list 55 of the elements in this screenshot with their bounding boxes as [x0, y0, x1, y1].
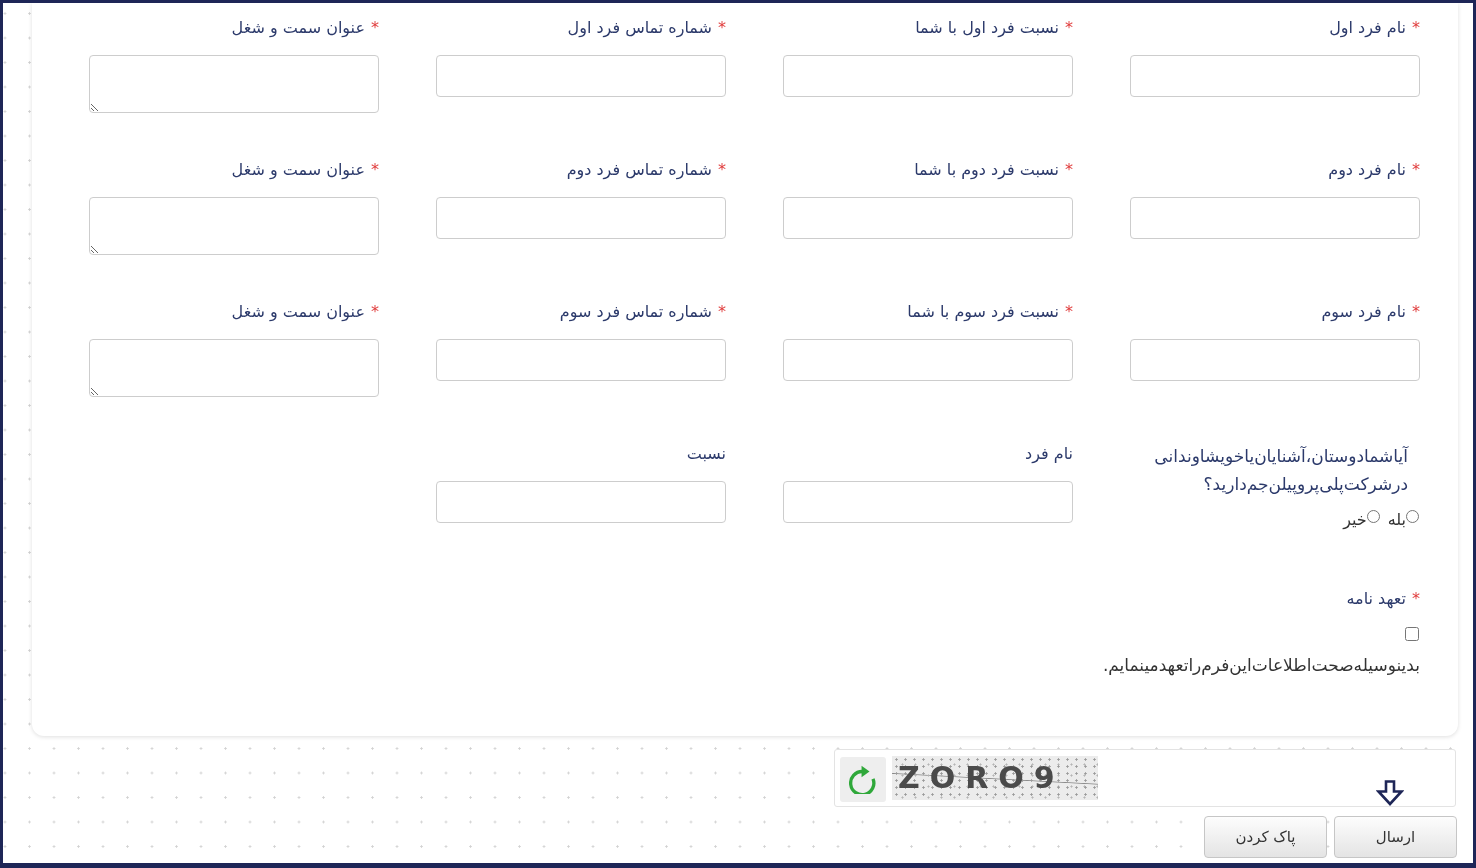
textarea-field[interactable] — [89, 197, 379, 255]
field-label: عنوان سمت و شغل — [231, 18, 365, 37]
required-mark: * — [371, 302, 379, 321]
required-mark: * — [1412, 18, 1420, 37]
down-arrow-icon — [1376, 780, 1404, 806]
input-field[interactable] — [1130, 197, 1420, 239]
textarea-field[interactable] — [89, 55, 379, 113]
required-mark: * — [371, 18, 379, 37]
required-mark: * — [1065, 160, 1073, 179]
required-mark: * — [718, 302, 726, 321]
required-mark: * — [1412, 160, 1420, 179]
field-label: نام فرد سوم — [1321, 302, 1406, 321]
input-field[interactable] — [436, 55, 726, 97]
input-field[interactable] — [436, 197, 726, 239]
textarea-field[interactable] — [89, 339, 379, 397]
field-label: نسبت فرد دوم با شما — [914, 160, 1059, 179]
input-field[interactable] — [783, 481, 1073, 523]
required-mark: * — [1065, 302, 1073, 321]
required-mark: * — [371, 160, 379, 179]
field-label: شماره تماس فرد اول — [567, 18, 712, 37]
field-label: شماره تماس فرد دوم — [566, 160, 712, 179]
radio-button[interactable] — [1406, 509, 1419, 523]
required-mark: * — [1065, 18, 1073, 37]
submit-button[interactable]: ارسال — [1334, 816, 1457, 858]
captcha-code: ZORO9 — [892, 756, 1098, 800]
option-label[interactable]: خیر — [1343, 509, 1367, 529]
field-label: شماره تماس فرد سوم — [559, 302, 712, 321]
field-label: نام فرد اول — [1329, 18, 1406, 37]
option-label[interactable]: بله — [1387, 509, 1406, 529]
field-label: نسبت فرد اول با شما — [915, 18, 1059, 37]
input-field[interactable] — [783, 339, 1073, 381]
clear-button[interactable]: پاک کردن — [1204, 816, 1327, 858]
field-label: تعهد نامه — [1346, 589, 1406, 608]
commitment-text: بدینوسیله‌صحت‌اطلاعات‌این‌فرم‌راتعهدمینمایم. — [1101, 654, 1420, 677]
field-label: عنوان سمت و شغل — [231, 302, 365, 321]
input-field[interactable] — [1130, 55, 1420, 97]
input-field[interactable] — [783, 197, 1073, 239]
radio-button[interactable] — [1366, 509, 1380, 523]
required-mark: * — [718, 160, 726, 179]
checkbox[interactable] — [1405, 627, 1419, 641]
refresh-icon — [849, 765, 877, 794]
field-label: نام فرد — [1025, 444, 1073, 463]
required-mark: * — [718, 18, 726, 37]
input-field[interactable] — [436, 481, 726, 523]
field-label: عنوان سمت و شغل — [231, 160, 365, 179]
field-label: نسبت فرد سوم با شما — [907, 302, 1059, 321]
field-label: نسبت — [686, 444, 726, 463]
input-field[interactable] — [1130, 339, 1420, 381]
field-label: نام فرد دوم — [1328, 160, 1406, 179]
required-mark: * — [1412, 589, 1420, 608]
refresh-button[interactable] — [840, 757, 886, 802]
input-field[interactable] — [436, 339, 726, 381]
required-mark: * — [1412, 302, 1420, 321]
input-field[interactable] — [783, 55, 1073, 97]
question-text: آیاشمادوستان،آشنایان‌یاخویشاوندانی درشرکت‌پلی‌پروپیلن‌جم‌دارید؟ — [1153, 445, 1410, 497]
